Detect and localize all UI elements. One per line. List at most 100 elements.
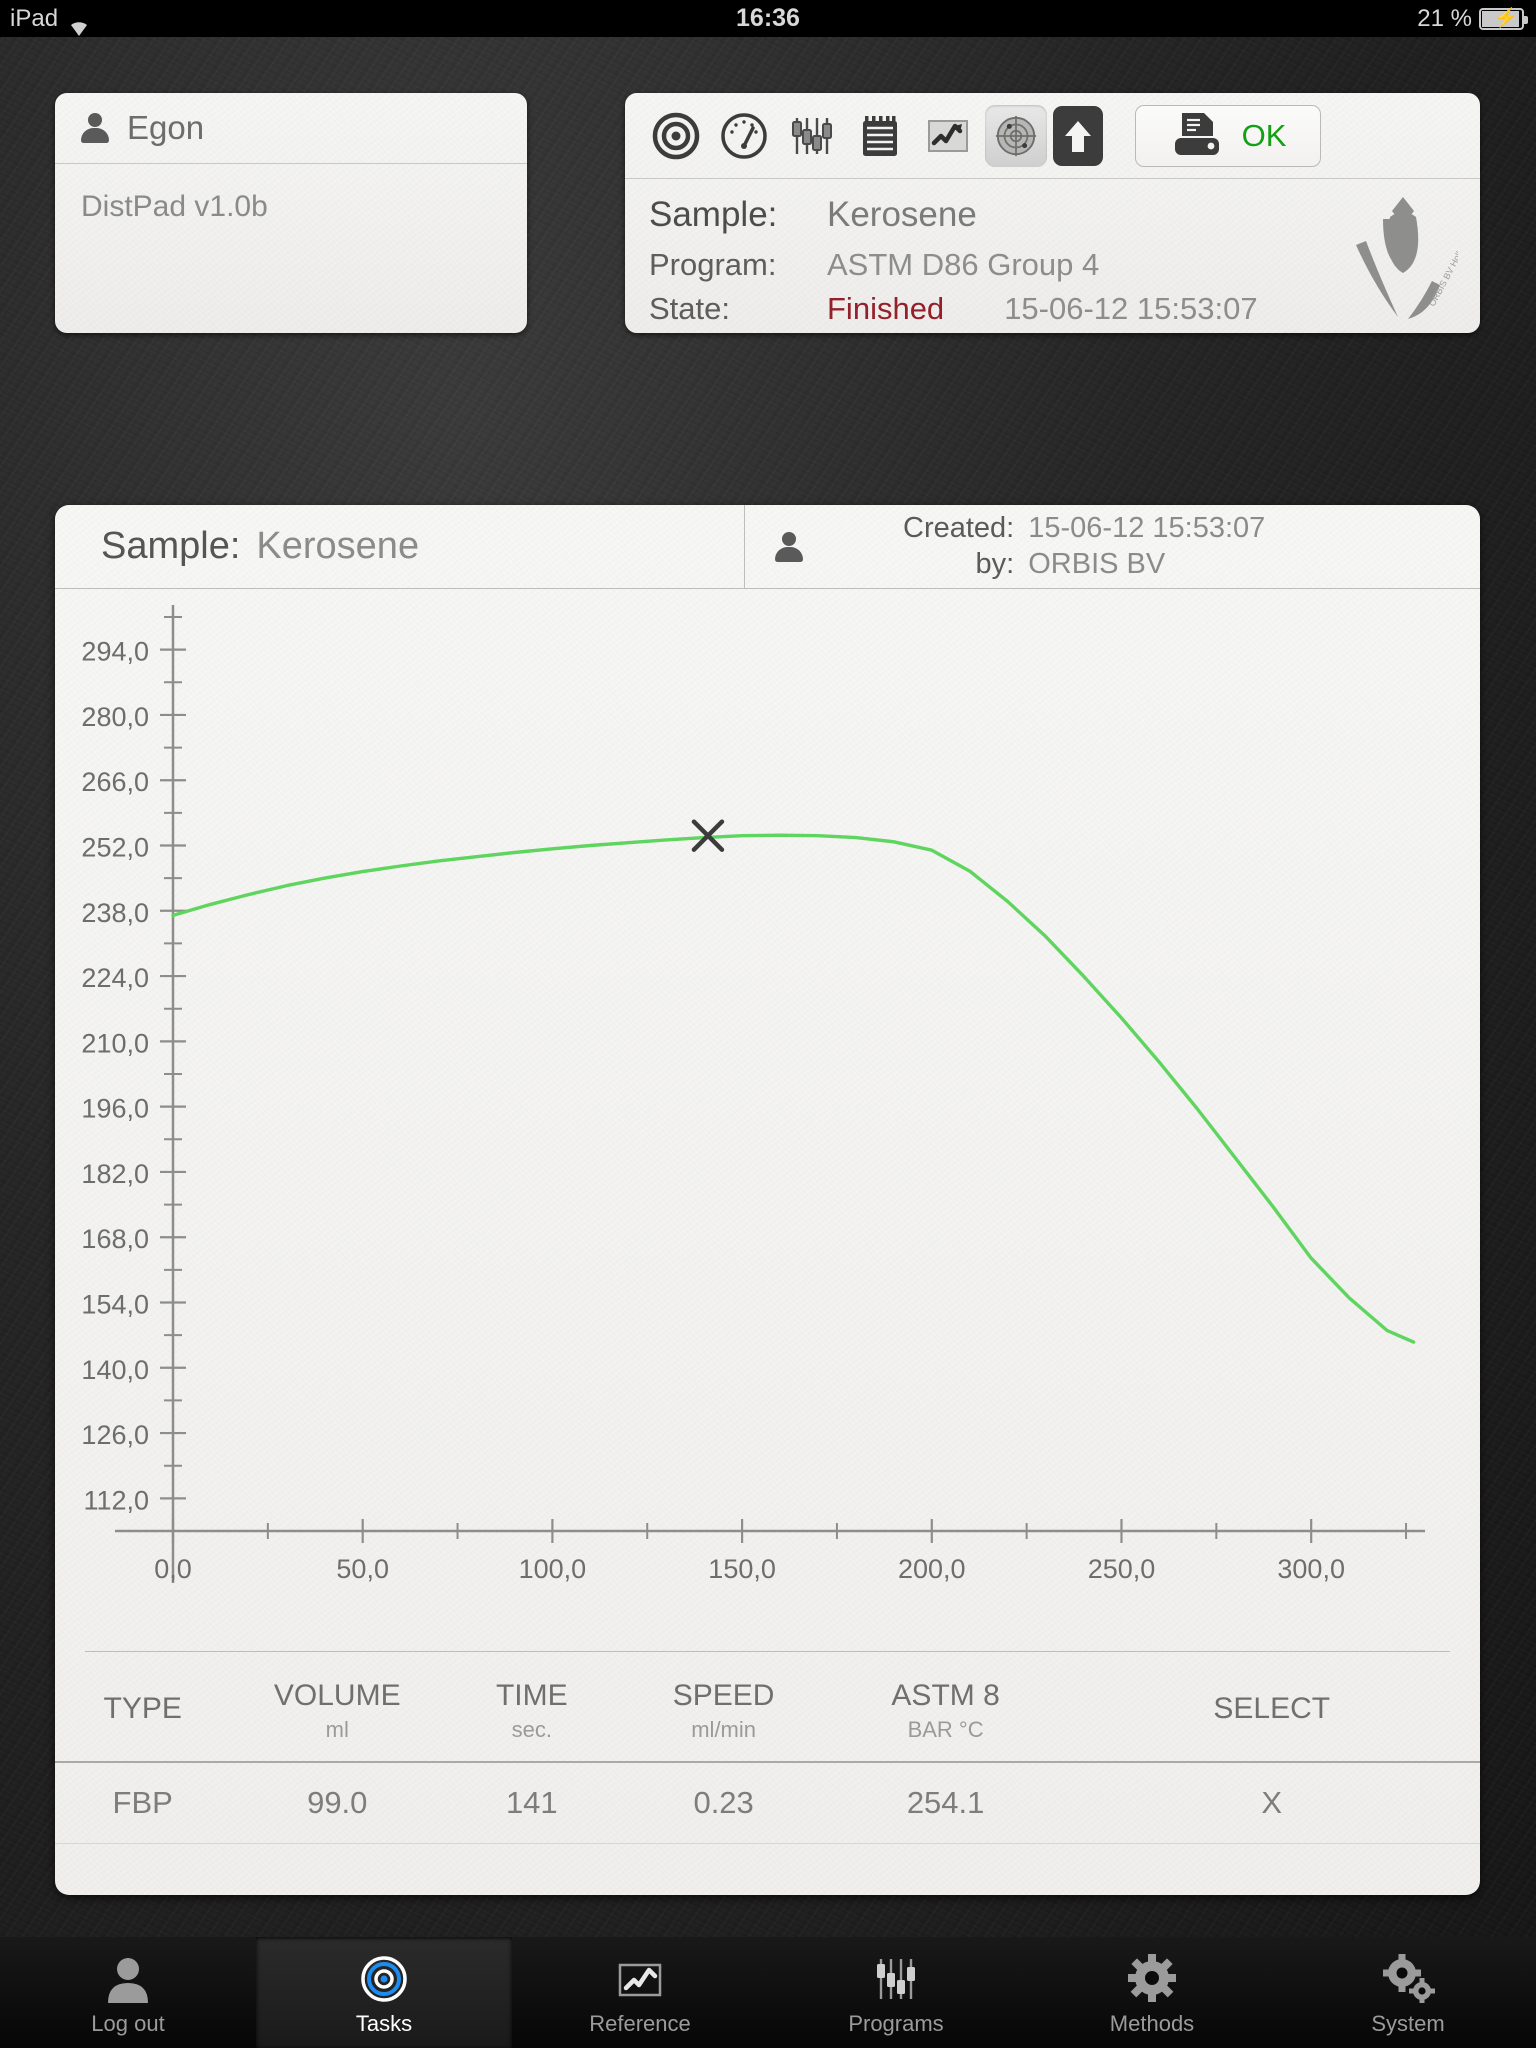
svg-text:112,0: 112,0	[83, 1485, 149, 1515]
user-panel: Egon DistPad v1.0b	[55, 93, 527, 333]
svg-text:250,0: 250,0	[1088, 1554, 1156, 1584]
upload-arrow-icon[interactable]	[1053, 105, 1103, 166]
svg-text:280,0: 280,0	[81, 702, 149, 732]
gears-icon	[1380, 1949, 1436, 2003]
state-value: Finished	[827, 291, 945, 326]
tab-label: Programs	[848, 2010, 944, 2036]
card-meta: Created: 15-06-12 15:53:07 by: ORBIS BV	[745, 505, 1480, 588]
radar-icon[interactable]	[985, 104, 1047, 167]
table-row[interactable]: FBP 99.0 141 0.23 254.1 X	[55, 1762, 1480, 1844]
status-bar: iPad 16:36 21 % ⚡	[0, 0, 1536, 37]
person-icon	[775, 531, 803, 562]
printer-icon	[1174, 112, 1219, 155]
tab-label: Methods	[1109, 2010, 1195, 2036]
ok-label: OK	[1241, 117, 1287, 153]
tab-programs[interactable]: Programs	[768, 1937, 1024, 2048]
cell-time: 141	[505, 1785, 558, 1820]
program-label: Program:	[649, 247, 777, 282]
created-row: Created: 15-06-12 15:53:07	[903, 511, 1278, 546]
card-sample-value: Kerosene	[256, 525, 420, 567]
tulip-logo-icon: ORBIS BV Holland	[1348, 189, 1471, 324]
tab-label: System	[1371, 2010, 1445, 2036]
created-label: Created:	[903, 512, 1015, 545]
card-sample-label: Sample:	[101, 525, 241, 567]
svg-text:210,0: 210,0	[81, 1028, 149, 1058]
sample-value: Kerosene	[827, 195, 977, 234]
person-icon	[105, 1949, 151, 2003]
svg-text:140,0: 140,0	[81, 1355, 149, 1385]
status-right: 21 % ⚡	[1417, 0, 1528, 37]
svg-text:238,0: 238,0	[81, 898, 149, 928]
notepad-icon[interactable]	[849, 105, 911, 167]
cell-speed: 0.23	[693, 1785, 754, 1820]
distillation-chart[interactable]: 294,0 280,0 266,0 252,0 238,0 224,0 210,0 196,0…	[55, 589, 1480, 1584]
svg-text:168,0: 168,0	[81, 1224, 149, 1254]
col-time: TIME sec.	[495, 1679, 568, 1742]
tab-label: Log out	[91, 2010, 165, 2036]
sample-info-body: Sample: Kerosene Program: ASTM D86 Group…	[625, 179, 1480, 327]
target-icon	[360, 1949, 408, 2003]
cell-astm: 254.1	[906, 1785, 985, 1820]
tab-system[interactable]: System	[1280, 1937, 1536, 2048]
card-header: Sample: Kerosene Created: 15-06-12 15:53…	[55, 505, 1480, 589]
svg-text:0,0: 0,0	[154, 1554, 192, 1584]
svg-text:224,0: 224,0	[81, 963, 149, 993]
sliders-icon	[872, 1949, 920, 2003]
print-ok-button[interactable]: OK	[1135, 104, 1321, 167]
svg-text:150,0: 150,0	[708, 1554, 776, 1584]
gear-icon	[1127, 1949, 1177, 2003]
results-table: TYPE VOLUME ml TIME sec. SPEED ml/min AS…	[55, 1653, 1480, 1844]
toolbar: OK	[625, 93, 1480, 179]
svg-text:ORBIS BV Holland: ORBIS BV Holland	[1427, 237, 1458, 308]
svg-text:182,0: 182,0	[81, 1159, 149, 1189]
tab-label: Tasks	[355, 2010, 413, 2036]
by-value: ORBIS BV	[1028, 547, 1166, 580]
tab-logout[interactable]: Log out	[0, 1937, 256, 2048]
tab-methods[interactable]: Methods	[1024, 1937, 1280, 2048]
cell-volume: 99.0	[307, 1785, 368, 1820]
status-clock: 16:36	[736, 4, 800, 32]
svg-text:154,0: 154,0	[81, 1290, 149, 1320]
col-select: SELECT	[1213, 1692, 1331, 1725]
svg-text:266,0: 266,0	[81, 767, 149, 797]
ipad-screen: iPad 16:36 21 % ⚡ Egon DistPad v1.0b OK …	[0, 0, 1536, 2048]
svg-text:50,0: 50,0	[336, 1554, 389, 1584]
target-icon[interactable]	[645, 105, 707, 167]
svg-text:300,0: 300,0	[1277, 1554, 1345, 1584]
state-datetime: 15-06-12 15:53:07	[1004, 291, 1258, 326]
svg-text:252,0: 252,0	[81, 833, 149, 863]
col-type: TYPE	[103, 1692, 182, 1725]
table-header-row: TYPE VOLUME ml TIME sec. SPEED ml/min AS…	[55, 1653, 1480, 1762]
cell-select[interactable]: X	[1063, 1762, 1480, 1844]
svg-text:294,0: 294,0	[81, 637, 149, 667]
gauge-icon[interactable]	[713, 105, 775, 167]
chart-icon	[616, 1949, 664, 2003]
state-label: State:	[649, 291, 730, 326]
by-label: by:	[975, 547, 1015, 580]
by-row: by: ORBIS BV	[903, 547, 1278, 582]
result-card: Sample: Kerosene Created: 15-06-12 15:53…	[55, 505, 1480, 1895]
user-row[interactable]: Egon	[55, 93, 527, 164]
col-volume: VOLUME ml	[273, 1679, 401, 1742]
svg-text:196,0: 196,0	[81, 1094, 149, 1124]
tab-tasks[interactable]: Tasks	[256, 1937, 512, 2048]
svg-text:100,0: 100,0	[519, 1554, 587, 1584]
tab-label: Reference	[589, 2010, 691, 2036]
program-value: ASTM D86 Group 4	[827, 247, 1100, 282]
tab-bar: Log out Tasks Reference Programs Methods…	[0, 1937, 1536, 2048]
person-icon	[81, 113, 109, 143]
chart-icon[interactable]	[917, 105, 979, 167]
sample-info-panel: OK Sample: Kerosene Program: ASTM D86 Gr…	[625, 93, 1480, 333]
cell-type: FBP	[112, 1785, 173, 1820]
sliders-icon[interactable]	[781, 105, 843, 167]
svg-text:200,0: 200,0	[898, 1554, 966, 1584]
user-name: Egon	[127, 109, 205, 146]
card-sample: Sample: Kerosene	[55, 505, 745, 588]
battery-charging-icon: ⚡	[1479, 7, 1528, 30]
tab-reference[interactable]: Reference	[512, 1937, 768, 2048]
chart-canvas: 294,0 280,0 266,0 252,0 238,0 224,0 210,0 196,0…	[81, 605, 1425, 1584]
table-divider	[85, 1651, 1450, 1652]
app-version: DistPad v1.0b	[81, 190, 268, 223]
svg-text:126,0: 126,0	[81, 1420, 149, 1450]
created-value: 15-06-12 15:53:07	[1028, 512, 1266, 545]
